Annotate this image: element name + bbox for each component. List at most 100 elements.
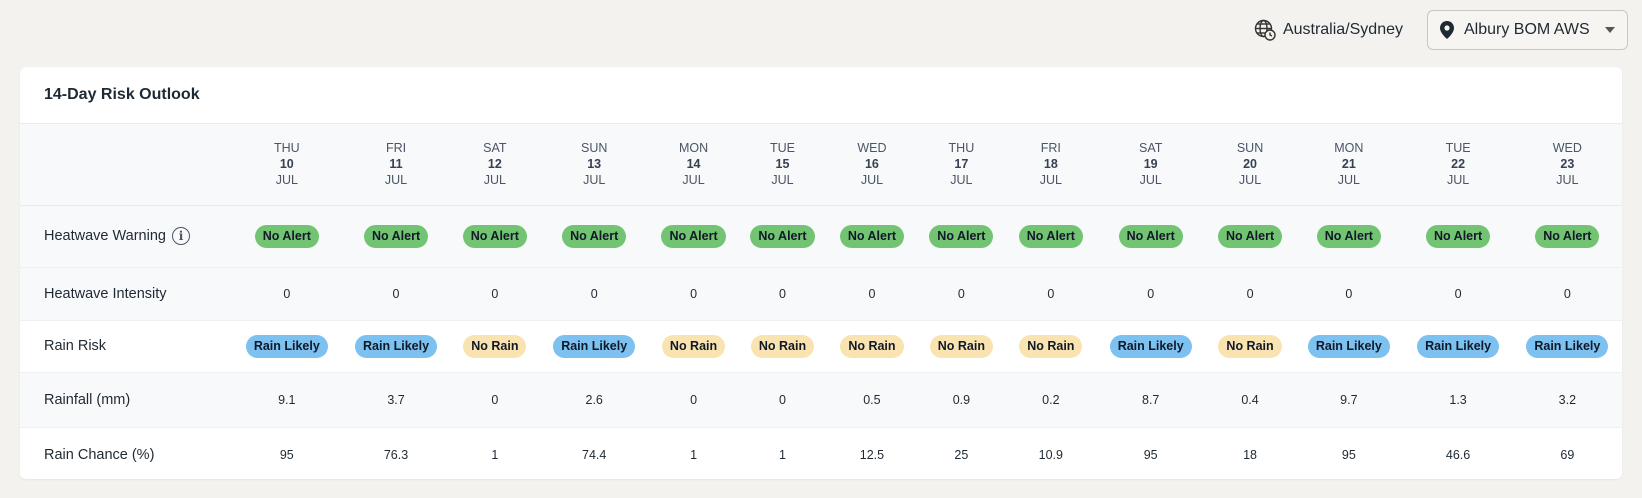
rain-risk-badge: Rain Likely xyxy=(355,334,438,358)
day-of-week: THU xyxy=(948,141,975,156)
table-cell: 1 xyxy=(491,447,499,462)
heatwave-alert-badge: No Alert xyxy=(661,224,726,248)
row-label-heatwave-intensity: Heatwave Intensity xyxy=(44,285,167,302)
day-number: 15 xyxy=(775,157,790,172)
heatwave-alert-badge: No Alert xyxy=(1217,224,1283,248)
table-cell: 1 xyxy=(779,447,786,462)
day-header: SUN 20 JUL xyxy=(1206,124,1294,205)
month: JUL xyxy=(1139,173,1162,188)
row-label-rain-chance: Rain Chance (%) xyxy=(44,446,155,463)
table-cell: No Rain xyxy=(738,320,827,372)
table-cell: 0 xyxy=(1147,286,1155,301)
rain-risk-badge: No Rain xyxy=(1218,334,1282,358)
table-cell: 95 xyxy=(1341,447,1356,462)
day-header: SAT 12 JUL xyxy=(451,124,539,205)
rain-risk-badge: No Rain xyxy=(750,334,815,358)
day-of-week: SUN xyxy=(580,141,608,156)
month: JUL xyxy=(583,173,606,188)
day-number: 21 xyxy=(1341,157,1356,172)
table-cell: No Rain xyxy=(1006,320,1095,372)
table-cell: 0 xyxy=(957,286,965,301)
header-corner xyxy=(20,124,232,205)
day-header: SUN 13 JUL xyxy=(539,124,649,205)
table-cell: 0 xyxy=(868,286,876,301)
table-cell: 0 xyxy=(690,392,698,407)
rain-risk-badge: Rain Likely xyxy=(1526,334,1609,358)
info-icon[interactable]: i xyxy=(171,227,190,245)
table-cell: No Alert xyxy=(1006,205,1095,267)
globe-clock-icon xyxy=(1254,19,1276,41)
heatwave-alert-badge: No Alert xyxy=(750,224,815,248)
station-select[interactable]: Albury BOM AWS xyxy=(1427,10,1628,50)
heatwave-intensity-row: Heatwave Intensity 0 0 0 0 0 0 0 0 0 0 0 0 0 0 xyxy=(20,267,1622,320)
rain-risk-badge: No Rain xyxy=(463,334,527,358)
day-of-week: WED xyxy=(1552,141,1582,156)
table-cell: No Alert xyxy=(1096,205,1206,267)
day-header: FRI 18 JUL xyxy=(1006,124,1095,205)
month: JUL xyxy=(275,173,298,188)
month: JUL xyxy=(1039,173,1062,188)
table-cell: No Rain xyxy=(1206,320,1294,372)
table-cell: 0 xyxy=(690,286,698,301)
table-cell: No Alert xyxy=(1403,205,1512,267)
heatwave-alert-badge: No Alert xyxy=(839,224,904,248)
day-of-week: FRI xyxy=(385,141,407,156)
month: JUL xyxy=(483,173,506,188)
heatwave-alert-badge: No Alert xyxy=(1426,224,1491,248)
day-header: TUE 22 JUL xyxy=(1403,124,1512,205)
table-cell: 9.1 xyxy=(278,392,296,407)
table-cell: No Alert xyxy=(539,205,649,267)
month: JUL xyxy=(950,173,973,188)
day-header: FRI 11 JUL xyxy=(341,124,450,205)
day-header: WED 16 JUL xyxy=(827,124,916,205)
rain-risk-badge: Rain Likely xyxy=(1417,334,1500,358)
table-cell: No Rain xyxy=(917,320,1006,372)
table-cell: Rain Likely xyxy=(1513,320,1622,372)
table-cell: 0 xyxy=(1047,286,1055,301)
table-cell: No Alert xyxy=(1206,205,1294,267)
table-cell: 69 xyxy=(1560,447,1575,462)
table-cell: 0 xyxy=(590,286,598,301)
table-cell: 0 xyxy=(283,286,291,301)
table-cell: No Alert xyxy=(451,205,539,267)
rain-risk-badge: Rain Likely xyxy=(553,334,636,358)
day-number: 10 xyxy=(279,157,294,172)
heatwave-alert-badge: No Alert xyxy=(929,224,994,248)
table-cell: 8.7 xyxy=(1142,392,1160,407)
table-cell: Rain Likely xyxy=(1403,320,1512,372)
table-header-row: THU 10 JUL FRI 11 JUL SAT 12 JUL SUN 13 JUL MON 14 JUL… xyxy=(20,124,1622,205)
month: JUL xyxy=(384,173,408,188)
risk-outlook-table: THU 10 JUL FRI 11 JUL SAT 12 JUL SUN 13 JUL MON 14 JUL… xyxy=(20,124,1622,479)
table-cell: No Alert xyxy=(827,205,916,267)
heatwave-alert-badge: No Alert xyxy=(562,224,627,248)
table-cell: 74.4 xyxy=(582,447,607,462)
rainfall-row: Rainfall (mm) 9.1 3.7 0 2.6 0 0 0.5 0.9 0.2 8.7 0.… xyxy=(20,372,1622,427)
day-number: 18 xyxy=(1043,157,1058,172)
rain-risk-badge: No Rain xyxy=(840,334,904,358)
day-header: THU 10 JUL xyxy=(232,124,341,205)
timezone-label: Australia/Sydney xyxy=(1282,21,1403,38)
table-cell: No Rain xyxy=(649,320,737,372)
day-number: 22 xyxy=(1451,157,1466,172)
table-cell: 0 xyxy=(491,392,499,407)
rain-risk-badge: No Rain xyxy=(929,334,993,358)
table-cell: 0 xyxy=(1246,286,1254,301)
top-bar: Australia/Sydney Albury BOM AWS xyxy=(1253,10,1628,50)
table-cell: 0 xyxy=(1345,286,1353,301)
day-of-week: FRI xyxy=(1040,141,1061,156)
table-cell: No Alert xyxy=(917,205,1006,267)
day-number: 20 xyxy=(1243,157,1257,172)
day-of-week: THU xyxy=(273,141,300,156)
rain-risk-row: Rain Risk Rain Likely Rain Likely No Rain R… xyxy=(20,320,1622,372)
table-cell: 0 xyxy=(1454,286,1462,301)
day-number: 19 xyxy=(1143,157,1158,172)
row-label-rainfall: Rainfall (mm) xyxy=(44,391,131,408)
table-cell: 3.7 xyxy=(387,392,405,407)
table-cell: 1.3 xyxy=(1449,392,1467,407)
day-of-week: SAT xyxy=(483,141,507,156)
station-select-label: Albury BOM AWS xyxy=(1464,21,1590,38)
table-cell: 95 xyxy=(279,447,294,462)
heatwave-alert-badge: No Alert xyxy=(1018,224,1083,248)
heatwave-alert-badge: No Alert xyxy=(254,224,319,248)
day-header: MON 14 JUL xyxy=(649,124,737,205)
